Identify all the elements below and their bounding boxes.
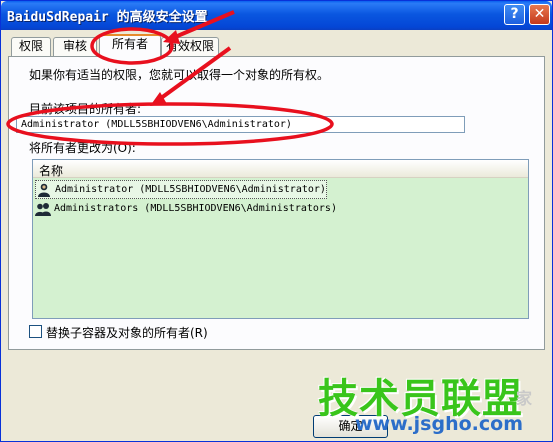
watermark-suffix: 家 xyxy=(516,389,533,408)
annotation-ellipse-owner-field xyxy=(6,102,334,146)
annotation-arrow-field xyxy=(155,46,232,103)
watermark-url: www.jsgho.com xyxy=(355,413,523,435)
annotation-arrow-tab xyxy=(167,10,235,42)
annotation-ellipse-owner-tab xyxy=(90,27,174,65)
